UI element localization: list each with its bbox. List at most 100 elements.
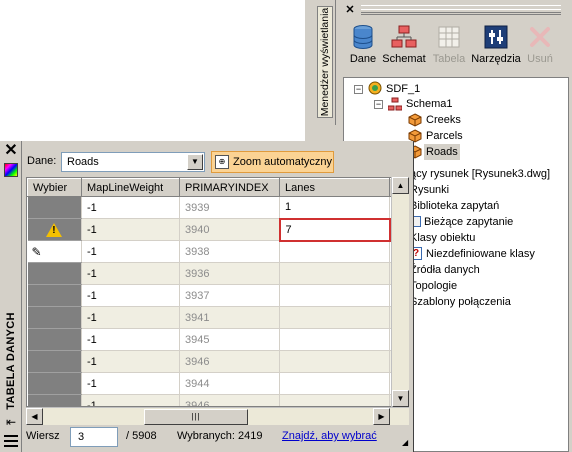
cell-lanes[interactable]: [279, 306, 390, 329]
vertical-scrollbar[interactable]: ▲ ▼: [391, 177, 409, 407]
resize-grip-icon[interactable]: ◢: [402, 438, 412, 448]
tree-item-link-templates[interactable]: Szablony połączenia: [410, 294, 511, 310]
cell-lanes[interactable]: [279, 350, 390, 373]
cell-maplineweight[interactable]: -1: [81, 394, 180, 406]
cell-primaryindex[interactable]: 3946: [179, 394, 280, 406]
cell-maplineweight[interactable]: -1: [81, 196, 180, 219]
cell-lanes[interactable]: [279, 284, 390, 307]
scroll-right-icon[interactable]: ▶: [373, 408, 390, 425]
column-header-primaryindex[interactable]: PRIMARYINDEX: [179, 178, 280, 197]
drag-handle[interactable]: [361, 5, 561, 15]
display-manager-header: ✕: [343, 3, 569, 17]
cell-maplineweight[interactable]: -1: [81, 218, 180, 241]
row-number-input[interactable]: 3: [70, 427, 118, 447]
cell-primaryindex[interactable]: 3936: [179, 262, 280, 285]
cell-primaryindex[interactable]: 3944: [179, 372, 280, 395]
cell-lanes[interactable]: [279, 328, 390, 351]
tree-item-data-sources[interactable]: Źródła danych: [410, 262, 480, 278]
tree-item-query-library[interactable]: Biblioteka zapytań: [410, 198, 499, 214]
cell-primaryindex[interactable]: 3941: [179, 306, 280, 329]
row-selector[interactable]: [27, 306, 82, 329]
collapse-icon[interactable]: −: [354, 85, 363, 94]
cell-primaryindex[interactable]: 3937: [179, 284, 280, 307]
tree-item-label: Topologie: [410, 280, 458, 292]
row-selector[interactable]: [27, 328, 82, 351]
data-table-titlebar[interactable]: ✕ TABELA DANYCH ⇤: [0, 141, 22, 452]
row-selector[interactable]: [27, 196, 82, 219]
warning-icon: [46, 223, 63, 237]
cell-lanes-editing[interactable]: 7: [278, 217, 391, 242]
cell-maplineweight[interactable]: -1: [81, 240, 180, 263]
cell-maplineweight[interactable]: -1: [81, 306, 180, 329]
close-icon[interactable]: ✕: [343, 3, 357, 17]
table-button[interactable]: Tabela: [431, 22, 467, 72]
row-selector[interactable]: [27, 262, 82, 285]
row-selector[interactable]: [27, 218, 82, 241]
table-row[interactable]: -1 3937: [27, 284, 408, 307]
row-total: / 5908: [126, 430, 157, 442]
cell-primaryindex[interactable]: 3939: [179, 196, 280, 219]
cell-maplineweight[interactable]: -1: [81, 372, 180, 395]
data-table-window: ✕ TABELA DANYCH ⇤ Dane: Roads ▼ ⊕ Zoom a…: [0, 141, 414, 452]
cell-primaryindex[interactable]: 3945: [179, 328, 280, 351]
row-selector[interactable]: [27, 350, 82, 373]
data-source-label: Dane:: [27, 155, 57, 167]
close-icon[interactable]: ✕: [3, 143, 19, 159]
cell-lanes[interactable]: [279, 372, 390, 395]
cell-lanes[interactable]: 1: [279, 196, 390, 219]
collapse-icon[interactable]: −: [374, 100, 383, 109]
tools-button-label: Narzędzia: [471, 53, 521, 65]
tree-item-feature-classes[interactable]: Klasy obiektu: [410, 230, 475, 246]
auto-zoom-button[interactable]: ⊕ Zoom automatyczny: [211, 151, 334, 173]
tree-item-drawings[interactable]: Rysunki: [410, 182, 449, 198]
table-row[interactable]: -1 3944: [27, 372, 408, 395]
table-row[interactable]: -1 3940 7: [27, 217, 408, 242]
cell-primaryindex[interactable]: 3946: [179, 350, 280, 373]
horizontal-scroll-thumb[interactable]: |||: [144, 409, 248, 425]
cell-lanes[interactable]: [279, 394, 390, 406]
cell-maplineweight[interactable]: -1: [81, 284, 180, 307]
data-button[interactable]: Dane: [347, 22, 379, 72]
horizontal-scrollbar[interactable]: ◀ ||| ▶: [26, 407, 409, 425]
table-row[interactable]: -1 3945: [27, 328, 408, 351]
tree-item-label: Niezdefiniowane klasy: [426, 248, 535, 260]
scroll-left-icon[interactable]: ◀: [26, 408, 43, 425]
data-source-select[interactable]: Roads ▼: [61, 152, 205, 172]
column-header-select[interactable]: Wybier: [27, 178, 82, 197]
cell-lanes[interactable]: [279, 262, 390, 285]
chevron-down-icon[interactable]: ▼: [187, 154, 203, 170]
tree-item-topologies[interactable]: Topologie: [410, 278, 457, 294]
display-manager-tab[interactable]: Menedżer wyświetlania: [314, 0, 336, 125]
cell-maplineweight[interactable]: -1: [81, 328, 180, 351]
table-row[interactable]: -1 3936: [27, 262, 408, 285]
row-selector[interactable]: [27, 394, 82, 406]
tree-item-current-drawing[interactable]: ący rysunek [Rysunek3.dwg]: [410, 166, 550, 182]
cell-maplineweight[interactable]: -1: [81, 350, 180, 373]
find-to-select-link[interactable]: Znajdź, aby wybrać: [282, 430, 377, 442]
scroll-down-icon[interactable]: ▼: [392, 390, 409, 407]
cell-lanes[interactable]: [279, 240, 390, 263]
table-row[interactable]: ✎ -1 3938: [27, 240, 408, 263]
cell-maplineweight[interactable]: -1: [81, 262, 180, 285]
cell-primaryindex[interactable]: 3940: [179, 218, 280, 241]
scroll-up-icon[interactable]: ▲: [392, 177, 409, 194]
column-header-maplineweight[interactable]: MapLineWeight: [81, 178, 180, 197]
row-selector[interactable]: [27, 372, 82, 395]
menu-icon[interactable]: [4, 435, 18, 447]
table-row[interactable]: -1 3946: [27, 394, 408, 406]
row-selector[interactable]: ✎: [27, 240, 82, 263]
table-row[interactable]: -1 3941: [27, 306, 408, 329]
column-header-lanes[interactable]: Lanes: [279, 178, 390, 197]
autohide-icon[interactable]: ⇤: [3, 415, 19, 429]
tree-item-label: ący rysunek [Rysunek3.dwg]: [410, 168, 551, 180]
table-row[interactable]: -1 3939 1: [27, 196, 408, 219]
row-selector[interactable]: [27, 284, 82, 307]
palette-icon[interactable]: [4, 163, 18, 177]
tools-button[interactable]: Narzędzia: [469, 22, 523, 72]
table-row[interactable]: -1 3946: [27, 350, 408, 373]
delete-button[interactable]: Usuń: [525, 22, 555, 72]
pencil-icon: ✎: [31, 244, 42, 259]
display-manager-tab-button[interactable]: Menedżer wyświetlania: [317, 6, 333, 118]
schema-button[interactable]: Schemat: [381, 22, 427, 72]
cell-primaryindex[interactable]: 3938: [179, 240, 280, 263]
